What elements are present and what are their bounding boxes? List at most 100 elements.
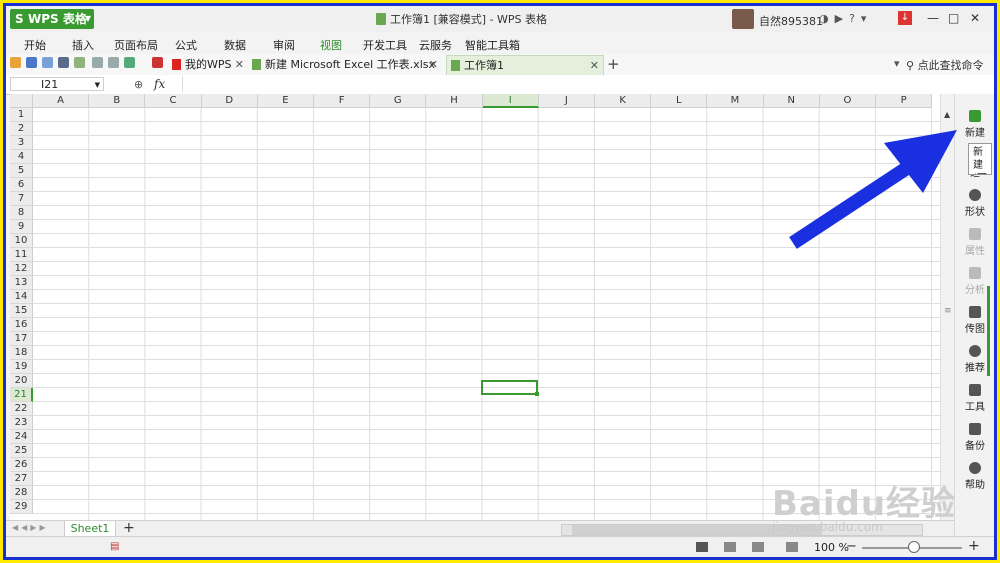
side-new[interactable]: 新建 — [955, 110, 994, 139]
row-header-21[interactable]: 21 — [10, 388, 33, 402]
row-header-13[interactable]: 13 — [10, 276, 33, 290]
save-icon[interactable] — [26, 57, 37, 68]
redo-icon[interactable] — [108, 57, 119, 68]
row-header-9[interactable]: 9 — [10, 220, 33, 234]
more-icon[interactable]: ▾ — [861, 12, 867, 25]
menu-smart-tools[interactable]: 智能工具箱 — [465, 37, 520, 53]
row-header-17[interactable]: 17 — [10, 332, 33, 346]
find-icon[interactable] — [124, 57, 135, 68]
side-shapes[interactable]: 形状 — [955, 189, 994, 218]
row-header-24[interactable]: 24 — [10, 430, 33, 444]
row-header-19[interactable]: 19 — [10, 360, 33, 374]
add-sheet-icon[interactable]: + — [123, 521, 135, 536]
row-header-26[interactable]: 26 — [10, 458, 33, 472]
sheet-tab-sheet1[interactable]: Sheet1 — [64, 521, 116, 537]
row-header-23[interactable]: 23 — [10, 416, 33, 430]
row-header-18[interactable]: 18 — [10, 346, 33, 360]
avatar[interactable] — [732, 9, 754, 29]
side-properties[interactable]: 属性 — [955, 228, 994, 257]
row-header-12[interactable]: 12 — [10, 262, 33, 276]
sheet-nav-icons[interactable]: ◀◀▶▶ — [12, 523, 49, 532]
menu-page-layout[interactable]: 页面布局 — [114, 37, 158, 53]
reading-mode-icon[interactable] — [786, 542, 798, 552]
row-header-3[interactable]: 3 — [10, 136, 33, 150]
wps-menu-button[interactable]: S WPS 表格 ▼ — [10, 9, 94, 29]
row-header-25[interactable]: 25 — [10, 444, 33, 458]
column-header-g[interactable]: G — [370, 94, 427, 108]
row-header-6[interactable]: 6 — [10, 178, 33, 192]
formula-input[interactable] — [182, 76, 953, 92]
close-icon[interactable]: ✕ — [429, 55, 438, 74]
column-header-c[interactable]: C — [145, 94, 202, 108]
row-header-2[interactable]: 2 — [10, 122, 33, 136]
cell-area[interactable] — [33, 108, 940, 520]
new-tab-icon[interactable]: + — [607, 55, 620, 73]
row-header-29[interactable]: 29 — [10, 500, 33, 514]
row-header-16[interactable]: 16 — [10, 318, 33, 332]
column-header-a[interactable]: A — [33, 94, 90, 108]
column-header-d[interactable]: D — [201, 94, 258, 108]
page-break-view-icon[interactable] — [724, 542, 736, 552]
row-header-22[interactable]: 22 — [10, 402, 33, 416]
macro-icon[interactable]: ▤ — [110, 541, 119, 552]
menu-insert[interactable]: 插入 — [72, 37, 94, 53]
save-as-icon[interactable] — [42, 57, 53, 68]
close-icon[interactable]: ✕ — [590, 56, 599, 75]
column-header-i[interactable]: I — [482, 94, 539, 108]
close-icon[interactable]: ✕ — [235, 55, 244, 74]
zoom-out-icon[interactable]: − — [846, 539, 857, 554]
name-box[interactable]: I21 ▼ — [10, 77, 104, 91]
chevron-down-icon[interactable]: ▼ — [95, 78, 100, 92]
function-icon[interactable]: fx — [154, 77, 165, 91]
row-header-8[interactable]: 8 — [10, 206, 33, 220]
scroll-up-icon[interactable]: ▲ — [944, 110, 950, 119]
menu-formulas[interactable]: 公式 — [175, 37, 197, 53]
row-header-4[interactable]: 4 — [10, 150, 33, 164]
open-icon[interactable] — [10, 57, 21, 68]
grip-icon[interactable]: ≡ — [944, 306, 952, 316]
tab-my-wps[interactable]: 我的WPS ✕ — [172, 55, 248, 74]
row-header-1[interactable]: 1 — [10, 108, 33, 122]
menu-review[interactable]: 审阅 — [273, 37, 295, 53]
column-header-l[interactable]: L — [651, 94, 708, 108]
menu-cloud[interactable]: 云服务 — [419, 37, 452, 53]
user-name[interactable]: 自然895381 — [759, 13, 823, 29]
row-header-20[interactable]: 20 — [10, 374, 33, 388]
menu-view[interactable]: 视图 — [320, 37, 342, 53]
menu-start[interactable]: 开始 — [24, 37, 46, 53]
zoom-slider-handle[interactable] — [908, 541, 920, 553]
row-header-14[interactable]: 14 — [10, 290, 33, 304]
select-all-corner[interactable] — [10, 94, 33, 108]
row-header-15[interactable]: 15 — [10, 304, 33, 318]
undo-icon[interactable] — [92, 57, 103, 68]
side-help[interactable]: 帮助 — [955, 462, 994, 491]
fill-handle[interactable] — [535, 392, 539, 396]
side-tools[interactable]: 工具 — [955, 384, 994, 413]
active-cell[interactable] — [481, 380, 539, 396]
row-header-5[interactable]: 5 — [10, 164, 33, 178]
skin-icon[interactable]: ◑ — [819, 12, 829, 25]
column-header-b[interactable]: B — [89, 94, 146, 108]
side-backup[interactable]: 备份 — [955, 423, 994, 452]
row-header-28[interactable]: 28 — [10, 486, 33, 500]
command-search[interactable]: ⚲ 点此查找命令 — [906, 57, 984, 73]
zoom-level[interactable]: 100 % — [814, 541, 849, 554]
column-header-m[interactable]: M — [707, 94, 764, 108]
column-header-e[interactable]: E — [257, 94, 314, 108]
close-icon[interactable]: ✕ — [970, 11, 980, 25]
column-header-j[interactable]: J — [538, 94, 595, 108]
download-icon[interactable]: ↓ — [898, 11, 912, 25]
page-layout-view-icon[interactable] — [752, 542, 764, 552]
customize-icon[interactable] — [152, 57, 163, 68]
menu-data[interactable]: 数据 — [224, 37, 246, 53]
print-preview-icon[interactable] — [74, 57, 85, 68]
row-header-27[interactable]: 27 — [10, 472, 33, 486]
help-dropdown-icon[interactable]: ? — [849, 12, 855, 25]
column-header-h[interactable]: H — [426, 94, 483, 108]
column-header-p[interactable]: P — [876, 94, 933, 108]
normal-view-icon[interactable] — [696, 542, 708, 552]
maximize-icon[interactable]: □ — [948, 11, 959, 25]
pin-icon[interactable]: ▾ — [894, 57, 900, 70]
column-header-o[interactable]: O — [819, 94, 876, 108]
column-header-k[interactable]: K — [595, 94, 652, 108]
